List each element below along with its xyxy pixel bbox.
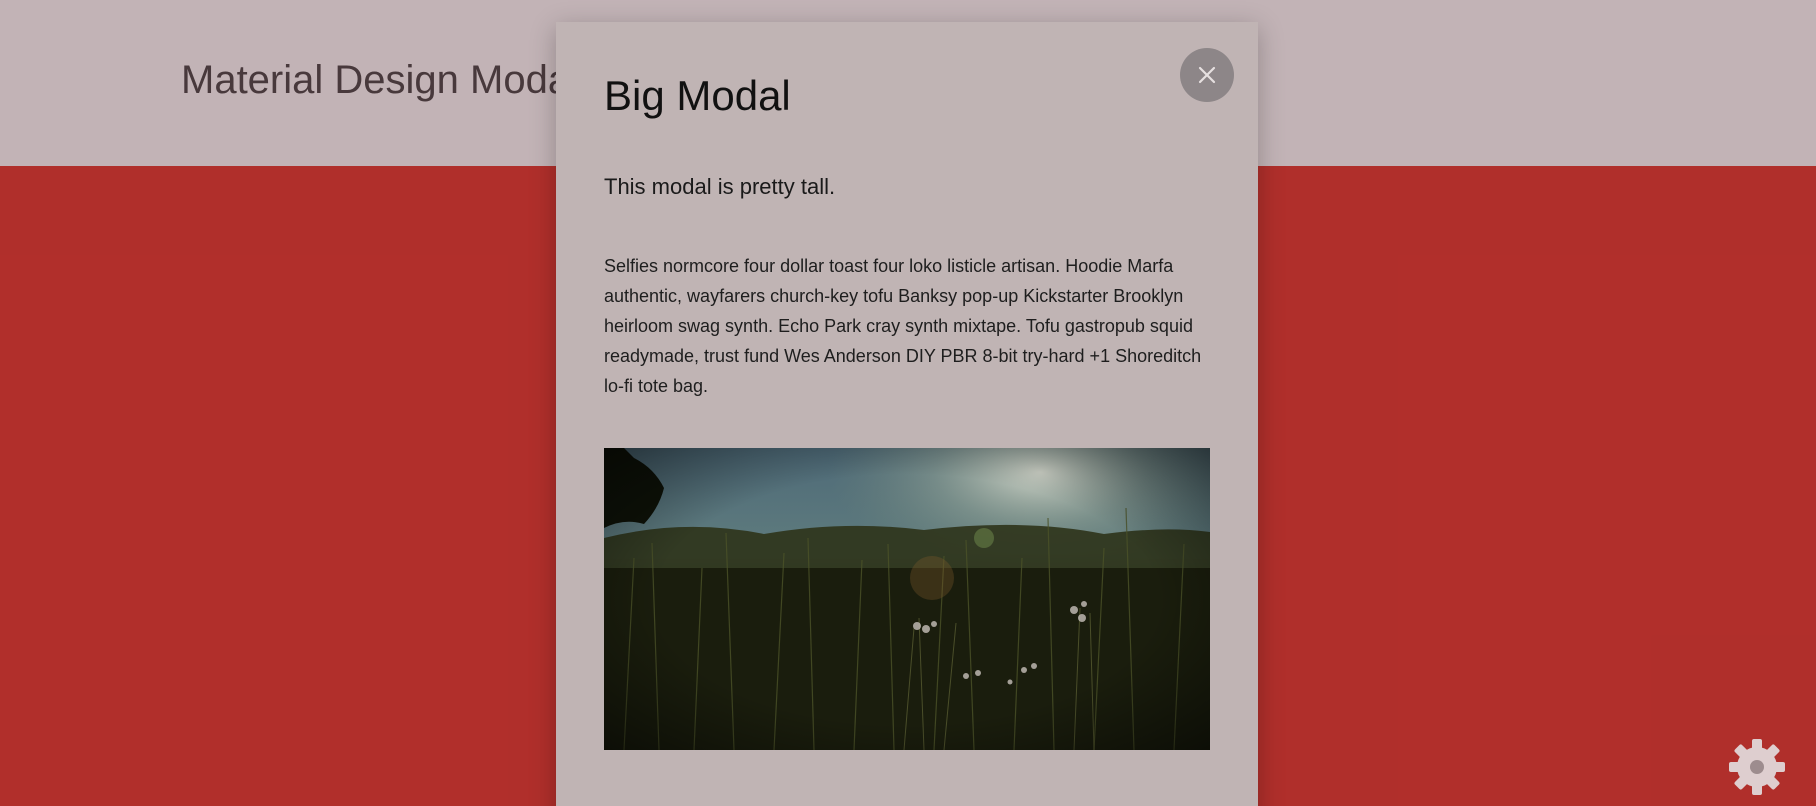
close-icon [1198,66,1216,84]
close-button[interactable] [1180,48,1234,102]
modal-paragraph: Selfies normcore four dollar toast four … [604,256,1202,396]
modal-title: Big Modal [604,72,791,119]
page: Material Design Modal Big Modal This mod… [0,0,1816,806]
settings-widget[interactable] [1728,738,1786,796]
big-modal: Big Modal This modal is pretty tall. Sel… [556,22,1258,806]
meadow-photo [604,448,1210,750]
modal-subtitle: This modal is pretty tall. [604,174,836,199]
gear-icon [1729,739,1785,795]
